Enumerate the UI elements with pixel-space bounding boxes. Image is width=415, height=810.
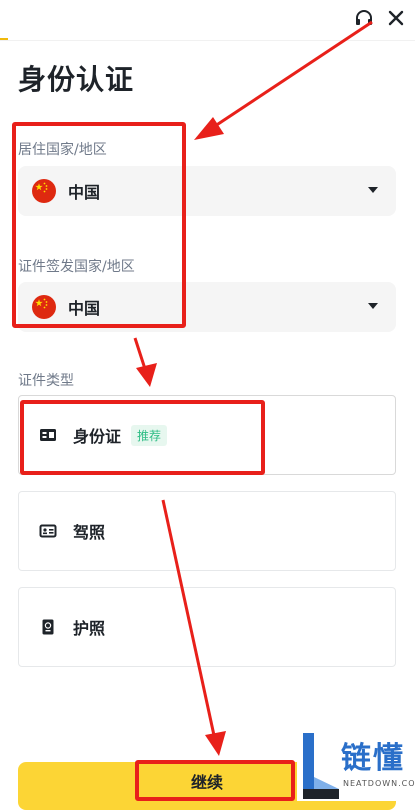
residence-country-label: 居住国家/地区: [18, 142, 107, 158]
document-option-label: 身份证: [73, 427, 122, 446]
recommended-badge: 推荐: [131, 424, 168, 446]
top-divider: [0, 40, 415, 41]
watermark-domain: NEATDOWN.COM: [343, 779, 415, 788]
chevron-down-icon: [368, 303, 378, 309]
page-title: 身份认证: [18, 63, 135, 96]
headset-icon[interactable]: [352, 6, 376, 30]
china-flag-icon: [32, 179, 56, 203]
residence-country-select[interactable]: 中国: [18, 166, 396, 216]
annotation-arrow-to-document-type: [133, 337, 157, 387]
watermark: 链懂 NEATDOWN.COM: [297, 727, 415, 801]
passport-icon: [39, 619, 57, 635]
document-option-passport[interactable]: 护照: [18, 587, 396, 667]
document-option-label: 护照: [73, 619, 106, 638]
id-card-icon: [39, 427, 57, 443]
document-option-driver-license[interactable]: 驾照: [18, 491, 396, 571]
issuing-country-label: 证件签发国家/地区: [18, 259, 135, 275]
continue-button-label: 继续: [190, 773, 223, 792]
chevron-down-icon: [368, 187, 378, 193]
issuing-country-select[interactable]: 中国: [18, 282, 396, 332]
document-option-id-card[interactable]: 身份证 推荐: [18, 395, 396, 475]
driver-license-icon: [39, 523, 57, 539]
residence-country-value: 中国: [68, 183, 101, 202]
document-type-label: 证件类型: [18, 373, 74, 389]
watermark-logo-icon: [303, 733, 339, 799]
top-bar: [0, 0, 415, 41]
document-option-label: 驾照: [73, 523, 106, 542]
china-flag-icon: [32, 295, 56, 319]
watermark-text: 链懂: [341, 741, 405, 776]
issuing-country-value: 中国: [68, 299, 101, 318]
close-icon[interactable]: [384, 6, 408, 30]
